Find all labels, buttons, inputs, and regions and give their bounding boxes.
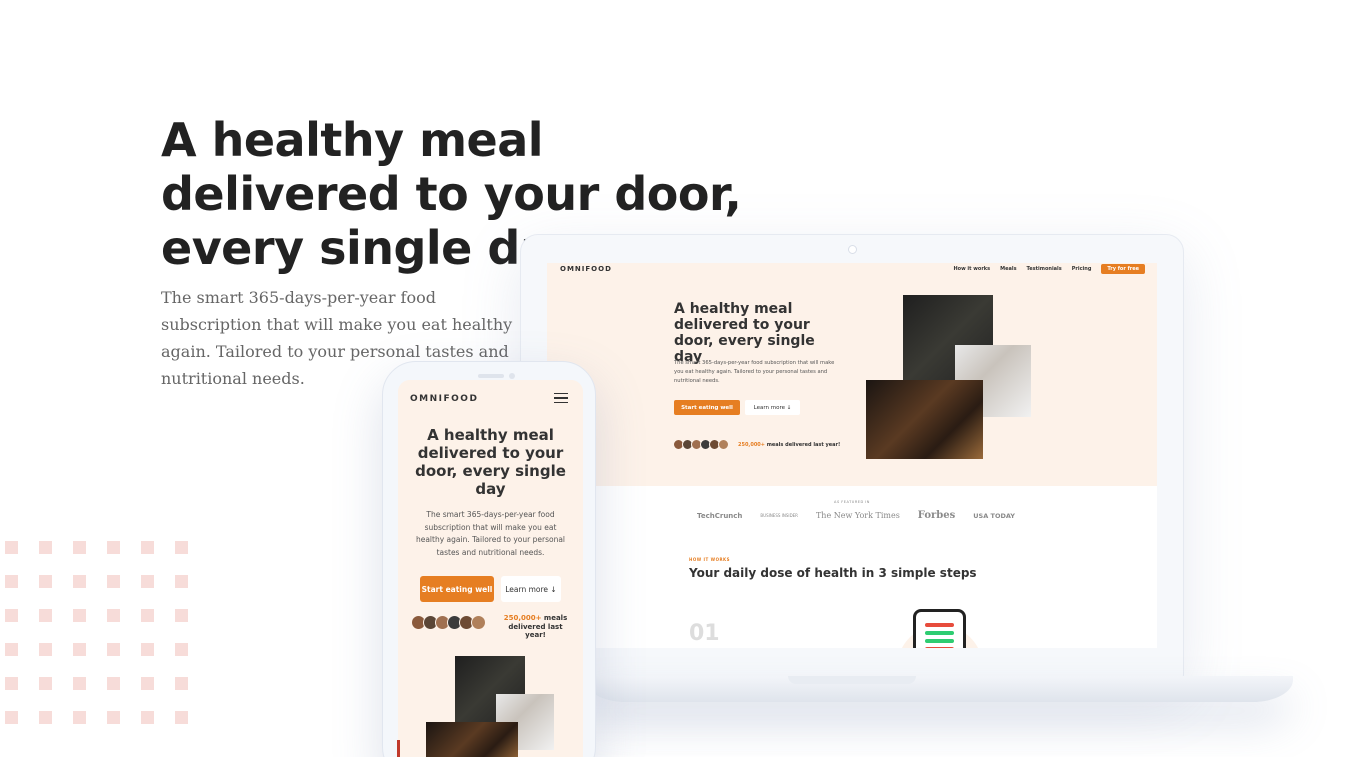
step-number: 01	[689, 621, 720, 646]
phone-start-eating-button[interactable]: Start eating well	[420, 576, 494, 602]
featured-in-label: AS FEATURED IN	[834, 500, 870, 504]
phone-customer-avatars	[411, 615, 486, 630]
step-phone-bar	[925, 647, 954, 648]
phone-meal-image-woman	[426, 722, 518, 757]
laptop-notch	[788, 676, 916, 684]
phone-speaker	[478, 374, 504, 378]
nav-try-free-button[interactable]: Try for free	[1101, 264, 1145, 274]
laptop-screen: OMNIFOOD How it works Meals Testimonials…	[547, 263, 1157, 648]
laptop-meals-delivered: 250,000+ meals delivered last year!	[738, 442, 841, 448]
phone-logo[interactable]: OMNIFOOD	[410, 394, 478, 404]
laptop-customer-avatars	[673, 439, 729, 450]
how-it-works-title: Your daily dose of health in 3 simple st…	[689, 566, 977, 580]
nav-meals[interactable]: Meals	[1000, 266, 1016, 272]
phone-meals-delivered: 250,000+ meals delivered last year!	[503, 614, 568, 639]
techcrunch-logo: TechCrunch	[697, 511, 743, 520]
nav-testimonials[interactable]: Testimonials	[1027, 266, 1062, 272]
phone-learn-more-button[interactable]: Learn more ↓	[501, 576, 561, 602]
step-phone-bar	[925, 639, 954, 643]
business-insider-logo: BUSINESS INSIDER	[760, 513, 798, 518]
laptop-hero-description: The smart 365-days-per-year food subscri…	[674, 360, 835, 384]
featured-logos: TechCrunch BUSINESS INSIDER The New York…	[697, 510, 1015, 521]
phone-screen: OMNIFOOD A healthy meal delivered to you…	[398, 380, 583, 757]
laptop-start-eating-button[interactable]: Start eating well	[674, 400, 740, 415]
phone-camera	[509, 373, 515, 379]
step-phone-bar	[925, 623, 954, 627]
laptop-camera	[848, 245, 857, 254]
laptop-nav: How it works Meals Testimonials Pricing …	[953, 264, 1145, 274]
how-it-works-label: HOW IT WORKS	[689, 557, 731, 562]
laptop-hero-section: OMNIFOOD How it works Meals Testimonials…	[547, 263, 1157, 486]
decorative-dot-grid	[5, 541, 188, 724]
phone-hero-title: A healthy meal delivered to your door, e…	[415, 426, 566, 498]
nav-pricing[interactable]: Pricing	[1072, 266, 1092, 272]
phone-accent-edge	[397, 740, 400, 757]
nav-how-it-works[interactable]: How it works	[953, 266, 990, 272]
laptop-logo[interactable]: OMNIFOOD	[560, 265, 612, 273]
nytimes-logo: The New York Times	[815, 511, 900, 520]
forbes-logo: Forbes	[917, 510, 956, 521]
laptop-meal-image-woman	[866, 380, 983, 459]
step-phone-bar	[925, 631, 954, 635]
phone-hero-description: The smart 365-days-per-year food subscri…	[415, 510, 566, 557]
laptop-learn-more-button[interactable]: Learn more ↓	[745, 400, 800, 415]
laptop-hero-title: A healthy meal delivered to your door, e…	[674, 301, 815, 365]
hamburger-menu-icon[interactable]	[554, 393, 568, 403]
usa-today-logo: USA TODAY	[973, 511, 1016, 520]
laptop-base	[585, 676, 1293, 702]
